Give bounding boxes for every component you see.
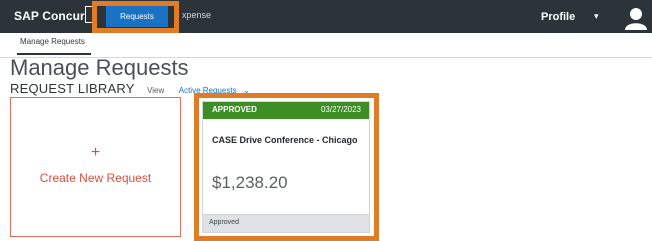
create-new-request-card[interactable]: + Create New Request [10,97,181,237]
chevron-down-icon[interactable]: ▾ [594,11,599,22]
request-status-header: APPROVED 03/27/2023 [203,102,369,119]
request-amount: $1,238.20 [212,173,288,192]
library-title: REQUEST LIBRARY [10,81,135,96]
user-avatar-icon[interactable] [624,6,648,30]
plus-icon: + [90,144,101,161]
request-footer: Approved [203,214,369,232]
view-label: View [147,86,165,95]
page-title: Manage Requests [10,55,189,80]
status-badge: APPROVED [212,105,257,114]
request-date: 03/27/2023 [320,105,361,114]
request-card[interactable]: APPROVED 03/27/2023 CASE Drive Conferenc… [202,101,370,233]
request-footer-status: Approved [209,219,239,226]
create-new-request-label: Create New Request [39,171,152,185]
profile-menu[interactable]: Profile [541,11,575,23]
requests-tab-highlight [92,1,179,33]
request-title: CASE Drive Conference - Chicago [212,135,358,145]
brand-logo[interactable]: SAP Concur [14,9,85,23]
subnav-manage-requests[interactable]: Manage Requests [20,37,85,46]
tab-expense[interactable]: xpense [182,10,211,20]
